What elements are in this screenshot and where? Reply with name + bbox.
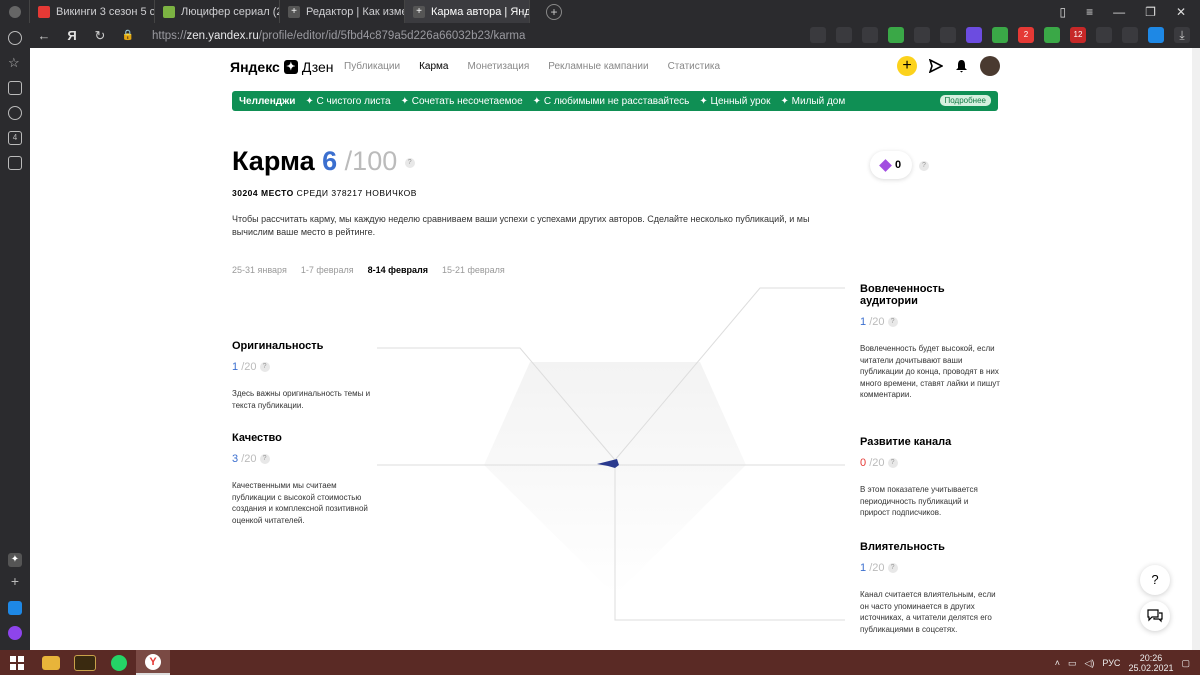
metric-score: 1 /20 ? [860, 316, 1000, 328]
metric-max: /20 [241, 361, 257, 373]
clock-date: 25.02.2021 [1128, 663, 1174, 673]
os-taskbar: Y ˄ ▭ ◁) РУС 20:26 25.02.2021 ▢ [0, 650, 1200, 675]
metric-description: Вовлеченность будет высокой, если читате… [860, 344, 1000, 399]
taskbar-app-icon[interactable] [34, 650, 68, 675]
system-tray: ˄ ▭ ◁) РУС 20:26 25.02.2021 ▢ [1055, 653, 1190, 673]
volume-icon[interactable]: ◁) [1084, 658, 1094, 669]
metric-max: /20 [869, 457, 885, 469]
metric-description: Качественными мы считаем публикации с вы… [232, 481, 368, 525]
metric-description: Канал считается влиятельным, если он час… [860, 590, 996, 634]
metric-engagement: Вовлеченность аудитории 1 /20 ? Вовлечен… [860, 283, 1000, 401]
metric-name: Качество [232, 432, 282, 444]
windows-start-button[interactable] [0, 650, 34, 675]
help-icon[interactable]: ? [887, 458, 898, 469]
metric-value: 0 [860, 457, 867, 469]
metric-value: 1 [860, 562, 867, 574]
metric-name: Развитие канала [860, 436, 952, 448]
metric-score: 0 /20 ? [860, 457, 1000, 469]
help-icon[interactable]: ? [887, 317, 898, 328]
yandex-browser-taskbar-icon[interactable]: Y [136, 650, 170, 675]
clock-time: 20:26 [1139, 653, 1163, 663]
karma-pentagon-chart [377, 287, 845, 621]
metric-value: 1 [232, 361, 239, 373]
metric-max: /20 [241, 453, 257, 465]
scrollbar[interactable] [1192, 48, 1200, 650]
metric-max: /20 [869, 316, 885, 328]
metric-value: 3 [232, 453, 239, 465]
chat-bubbles-icon [1147, 609, 1163, 623]
metric-influence: Влиятельность 1 /20 ? Канал считается вл… [860, 541, 1000, 635]
metric-originality: Оригинальность 1 /20 ? Здесь важны ориги… [232, 340, 372, 411]
metric-description: В этом показателе учитывается периодично… [860, 485, 978, 517]
windows-logo-icon [10, 655, 24, 670]
metric-name: Оригинальность [232, 340, 324, 352]
taskbar-game-icon[interactable] [68, 650, 102, 675]
metric-max: /20 [869, 562, 885, 574]
metric-description: Здесь важны оригинальность темы и текста… [232, 389, 371, 410]
metric-value: 1 [860, 316, 867, 328]
metric-score: 1 /20 ? [860, 562, 1000, 574]
metric-score: 3 /20 ? [232, 453, 372, 465]
metric-growth: Развитие канала 0 /20 ? В этом показател… [860, 436, 1000, 519]
help-icon[interactable]: ? [259, 362, 270, 373]
metric-quality: Качество 3 /20 ? Качественными мы считае… [232, 432, 372, 526]
language-indicator[interactable]: РУС [1102, 658, 1120, 668]
metric-name: Вовлеченность аудитории [860, 283, 945, 307]
notifications-icon[interactable]: ▢ [1181, 658, 1190, 669]
metric-name: Влиятельность [860, 541, 945, 553]
tray-chevron-icon[interactable]: ˄ [1055, 658, 1060, 668]
metric-score: 1 /20 ? [232, 361, 372, 373]
help-fab-button[interactable]: ? [1140, 565, 1170, 595]
network-icon[interactable]: ▭ [1068, 658, 1077, 669]
clock[interactable]: 20:26 25.02.2021 [1128, 653, 1173, 673]
whatsapp-icon[interactable] [102, 650, 136, 675]
chat-fab-button[interactable] [1140, 601, 1170, 631]
help-icon[interactable]: ? [259, 454, 270, 465]
help-icon[interactable]: ? [887, 563, 898, 574]
